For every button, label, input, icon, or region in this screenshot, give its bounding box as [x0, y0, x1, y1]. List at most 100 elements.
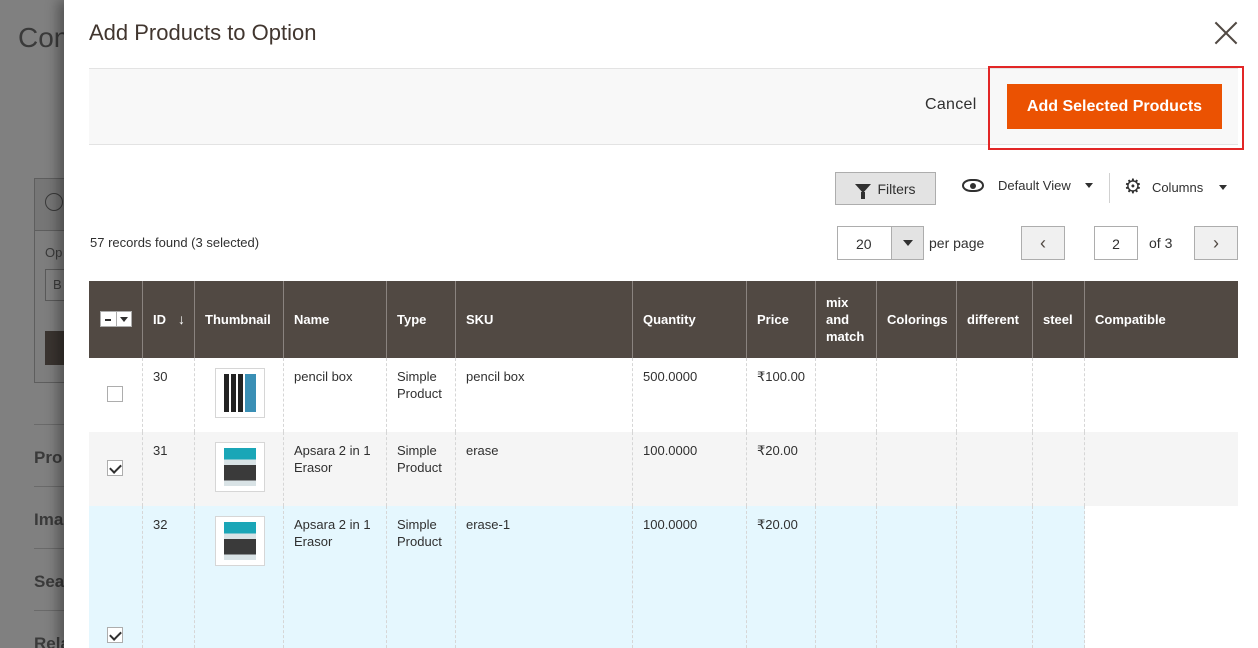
- column-header-label: Compatible: [1095, 312, 1166, 327]
- cell-thumbnail: [195, 432, 284, 506]
- gear-icon: ⚙: [1124, 176, 1142, 198]
- column-header-different[interactable]: different: [957, 281, 1033, 358]
- row-checkbox[interactable]: [107, 627, 123, 643]
- column-header-price[interactable]: Price: [747, 281, 816, 358]
- column-header-label: different: [967, 312, 1019, 327]
- cell-id: 32: [143, 506, 195, 648]
- row-select-cell: [89, 358, 143, 432]
- column-header-steel[interactable]: steel: [1033, 281, 1085, 358]
- cell-sku: erase-1: [456, 506, 633, 648]
- column-header-label: SKU: [466, 312, 494, 327]
- add-products-modal: Add Products to Option Cancel Add Select…: [64, 0, 1258, 648]
- previous-page-button[interactable]: ‹: [1021, 226, 1065, 260]
- columns-dropdown[interactable]: ⚙ Columns: [1124, 176, 1228, 198]
- close-icon[interactable]: [1213, 20, 1239, 46]
- chevron-right-icon: ›: [1213, 232, 1219, 253]
- add-selected-products-button[interactable]: Add Selected Products: [1007, 84, 1222, 129]
- modal-action-bar: Cancel Add Selected Products: [89, 66, 1244, 150]
- view-label: Default View: [998, 178, 1071, 193]
- next-page-button[interactable]: ›: [1194, 226, 1238, 260]
- cell-name: Apsara 2 in 1 Erasor: [284, 432, 387, 506]
- cell-type: Simple Product: [387, 432, 456, 506]
- column-header-compatible[interactable]: Compatible: [1085, 281, 1238, 358]
- page-total: of 3: [1149, 235, 1173, 251]
- cell-price: ₹20.00: [747, 432, 816, 506]
- cell-id: 30: [143, 358, 195, 432]
- column-header-label: Colorings: [887, 312, 948, 327]
- column-header-label: mix and match: [826, 295, 865, 344]
- row-select-cell: [89, 506, 143, 648]
- product-thumbnail: [215, 368, 265, 418]
- column-header-thumbnail[interactable]: Thumbnail: [195, 281, 284, 358]
- per-page-value: 20: [856, 236, 872, 252]
- chevron-down-icon: [1219, 184, 1228, 190]
- column-header-id[interactable]: ID ↓: [143, 281, 195, 358]
- column-header-sku[interactable]: SKU: [456, 281, 633, 358]
- column-header-type[interactable]: Type: [387, 281, 456, 358]
- column-header-label: steel: [1043, 312, 1073, 327]
- column-header-name[interactable]: Name: [284, 281, 387, 358]
- default-view-dropdown[interactable]: Default View: [962, 178, 1093, 193]
- cancel-button[interactable]: Cancel: [925, 96, 977, 114]
- cell-steel: [1033, 506, 1085, 648]
- minus-icon: [105, 319, 111, 321]
- column-header-mix-and-match[interactable]: mix and match: [816, 281, 877, 358]
- cell-type: Simple Product: [387, 506, 456, 648]
- cell-id: 31: [143, 432, 195, 506]
- cell-mix-and-match: [816, 432, 877, 506]
- table-row[interactable]: 31 Apsara 2 in 1 Erasor Simple Product e…: [89, 432, 1238, 506]
- cell-steel: [1033, 358, 1085, 432]
- cell-name: Apsara 2 in 1 Erasor: [284, 506, 387, 648]
- cell-different: [957, 432, 1033, 506]
- table-row[interactable]: 30 pencil box Simple Product pencil box …: [89, 358, 1238, 432]
- cell-thumbnail: [195, 358, 284, 432]
- cell-thumbnail: [195, 506, 284, 648]
- filters-button[interactable]: Filters: [835, 172, 936, 205]
- per-page-select[interactable]: 20: [837, 226, 924, 260]
- background-page-title: Con: [18, 22, 70, 53]
- cell-steel: [1033, 432, 1085, 506]
- cell-type: Simple Product: [387, 358, 456, 432]
- chevron-down-icon[interactable]: [891, 227, 923, 259]
- column-header-label: ID: [153, 312, 166, 327]
- cell-price: ₹20.00: [747, 506, 816, 648]
- product-thumbnail: [215, 516, 265, 566]
- cell-quantity: 500.0000: [633, 358, 747, 432]
- mass-select-dropdown[interactable]: [100, 311, 132, 327]
- column-header-label: Type: [397, 312, 427, 327]
- chevron-left-icon: ‹: [1040, 232, 1046, 253]
- page-number-input[interactable]: 2: [1094, 226, 1138, 260]
- column-header-quantity[interactable]: Quantity: [633, 281, 747, 358]
- table-row[interactable]: 32 Apsara 2 in 1 Erasor Simple Product e…: [89, 506, 1238, 648]
- row-checkbox[interactable]: [107, 460, 123, 476]
- cell-name: pencil box: [284, 358, 387, 432]
- row-checkbox[interactable]: [107, 386, 123, 402]
- product-thumbnail: [215, 442, 265, 492]
- column-header-label: Quantity: [643, 312, 696, 327]
- column-header-label: Name: [294, 312, 330, 327]
- background-label: Op: [45, 245, 63, 260]
- cell-colorings: [877, 506, 957, 648]
- column-header-label: Thumbnail: [205, 312, 271, 327]
- cell-sku: erase: [456, 432, 633, 506]
- sort-arrow-icon: ↓: [178, 311, 185, 327]
- eye-icon: [962, 179, 984, 192]
- cell-mix-and-match: [816, 358, 877, 432]
- filters-label: Filters: [877, 180, 916, 197]
- cell-quantity: 100.0000: [633, 432, 747, 506]
- cell-different: [957, 506, 1033, 648]
- funnel-icon: [855, 184, 872, 199]
- cell-compatible: [1085, 506, 1238, 648]
- cell-price: ₹100.00: [747, 358, 816, 432]
- mass-select-column: [89, 281, 143, 358]
- row-select-cell: [89, 432, 143, 506]
- per-page-label: per page: [929, 235, 985, 251]
- columns-label: Columns: [1151, 179, 1204, 195]
- cell-quantity: 100.0000: [633, 506, 747, 648]
- column-header-label: Price: [757, 312, 789, 327]
- cell-different: [957, 358, 1033, 432]
- cell-compatible: [1085, 358, 1238, 432]
- column-header-colorings[interactable]: Colorings: [877, 281, 957, 358]
- collapse-chevron-icon: [45, 193, 63, 211]
- cell-colorings: [877, 358, 957, 432]
